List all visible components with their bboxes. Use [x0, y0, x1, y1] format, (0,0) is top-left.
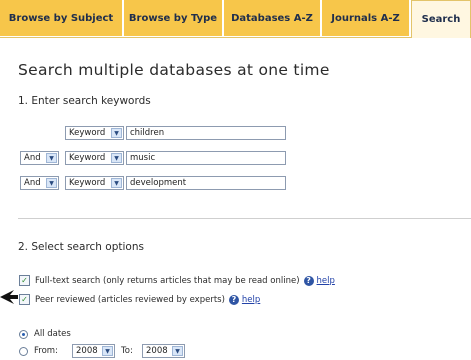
all-dates-label: All dates: [34, 329, 71, 339]
field-select-2-value: Keyword: [69, 153, 106, 163]
peer-reviewed-option: ✓ Peer reviewed (articles reviewed by ex…: [19, 294, 260, 305]
tab-databases-az[interactable]: Databases A-Z: [224, 0, 321, 36]
all-dates-radio[interactable]: [19, 329, 28, 339]
tab-browse-by-subject[interactable]: Browse by Subject: [0, 0, 123, 36]
bool-select-2-value: And: [24, 153, 41, 163]
keyword-input-3[interactable]: development: [126, 176, 286, 190]
to-label-wrap: To:: [121, 346, 133, 356]
from-label: From:: [34, 346, 58, 356]
from-year-select[interactable]: 2008 ▼: [72, 344, 115, 358]
peer-reviewed-checkbox[interactable]: ✓: [19, 294, 30, 305]
field-select-1[interactable]: Keyword ▼: [65, 126, 124, 140]
help-icon[interactable]: ?: [228, 294, 239, 305]
chevron-down-icon: ▼: [102, 346, 113, 356]
help-icon[interactable]: ?: [303, 275, 314, 286]
keyword-input-3-value: development: [130, 178, 187, 188]
bool-select-3-value: And: [24, 178, 41, 188]
all-dates-option: All dates: [19, 329, 71, 339]
fulltext-checkbox[interactable]: ✓: [19, 275, 30, 286]
field-select-2[interactable]: Keyword ▼: [65, 151, 124, 165]
chevron-down-icon: ▼: [46, 153, 57, 163]
field-select-1-value: Keyword: [69, 128, 106, 138]
page-title: Search multiple databases at one time: [18, 61, 330, 79]
step2-heading: 2. Select search options: [18, 241, 144, 253]
keyword-input-2-value: music: [130, 153, 156, 163]
peer-reviewed-help-link[interactable]: help: [242, 295, 260, 305]
arrow-pointer-icon: [0, 290, 18, 304]
divider: [18, 218, 471, 219]
fulltext-help-link[interactable]: help: [317, 276, 335, 286]
chevron-down-icon: ▼: [172, 346, 183, 356]
from-year-value: 2008: [76, 346, 98, 356]
peer-reviewed-label: Peer reviewed (articles reviewed by expe…: [35, 294, 225, 305]
to-year-select[interactable]: 2008 ▼: [142, 344, 185, 358]
date-range-option: From:: [19, 346, 62, 356]
field-select-3-value: Keyword: [69, 178, 106, 188]
bool-select-3[interactable]: And ▼: [20, 176, 59, 190]
chevron-down-icon: ▼: [111, 153, 122, 163]
keyword-input-1-value: children: [130, 128, 165, 138]
to-year-value: 2008: [146, 346, 168, 356]
tab-journals-az[interactable]: Journals A-Z: [322, 0, 410, 36]
keyword-input-2[interactable]: music: [126, 151, 286, 165]
tab-browse-by-type[interactable]: Browse by Type: [124, 0, 223, 36]
field-select-3[interactable]: Keyword ▼: [65, 176, 124, 190]
chevron-down-icon: ▼: [111, 178, 122, 188]
step1-heading: 1. Enter search keywords: [18, 95, 151, 107]
to-label: To:: [121, 346, 133, 356]
chevron-down-icon: ▼: [111, 128, 122, 138]
fulltext-option: ✓ Full-text search (only returns article…: [19, 275, 335, 286]
fulltext-label: Full-text search (only returns articles …: [35, 275, 300, 286]
chevron-down-icon: ▼: [46, 178, 57, 188]
date-range-radio[interactable]: [19, 346, 28, 356]
bool-select-2[interactable]: And ▼: [20, 151, 59, 165]
tab-search[interactable]: Search: [411, 0, 471, 38]
keyword-input-1[interactable]: children: [126, 126, 286, 140]
